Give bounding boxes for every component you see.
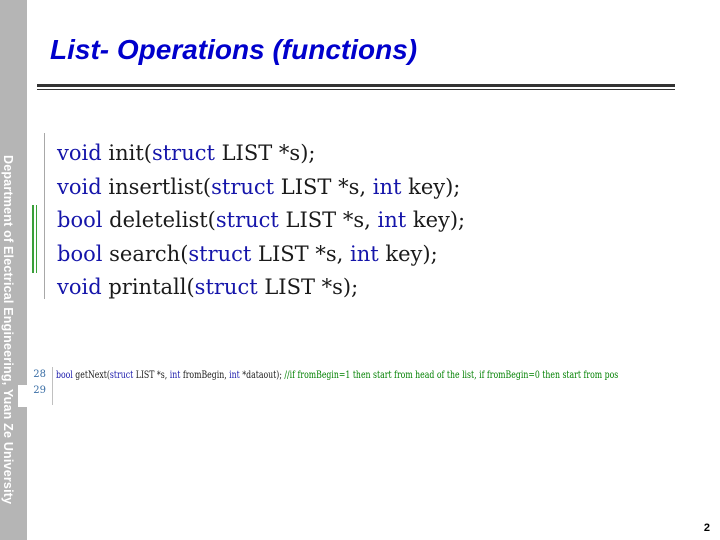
sidebar-notch <box>18 385 27 407</box>
change-marker-secondary <box>36 205 37 273</box>
page-number: 2 <box>703 522 710 534</box>
keyword: void <box>57 275 102 299</box>
keyword: bool <box>57 241 103 266</box>
keyword: void <box>57 174 102 199</box>
code-comment: //if fromBegin=1 then start from head of… <box>284 369 619 381</box>
code-gutter <box>44 133 45 299</box>
code-lines: void init(struct LIST *s); void insertlis… <box>57 137 465 305</box>
keyword: struct <box>194 275 258 299</box>
code-text: LIST *s, <box>133 369 170 381</box>
keyword: struct <box>109 369 134 381</box>
code-text: ); <box>342 275 359 299</box>
code-text: printall( <box>108 275 195 299</box>
keyword: int <box>372 174 402 199</box>
snippet-gutter <box>52 367 53 405</box>
keyword: int <box>350 241 379 266</box>
keyword: int <box>169 369 181 381</box>
code-text: key); <box>378 241 438 266</box>
code-text: insertlist( <box>108 174 212 199</box>
department-label: Department of Electrical Engineering, Yu… <box>1 155 15 505</box>
keyword: void <box>57 141 102 165</box>
code-line: bool search(struct LIST *s, int key); <box>57 238 465 272</box>
code-text: LIST *s, <box>251 241 350 266</box>
code-text: key); <box>406 208 466 232</box>
code-line: void printall(struct LIST *s); <box>57 271 465 305</box>
code-text: fromBegin, <box>180 369 230 381</box>
change-marker <box>32 205 34 273</box>
sidebar-band: Department of Electrical Engineering, Yu… <box>0 0 27 540</box>
code-text: LIST *s, <box>274 174 373 199</box>
getnext-code-snippet: 28 29 bool getNext(struct LIST *s, int f… <box>30 367 710 407</box>
code-text: ); <box>300 141 316 165</box>
keyword: struct <box>188 241 252 266</box>
code-text: LIST *s <box>257 275 343 299</box>
getnext-prototype-line: bool getNext(struct LIST *s, int fromBeg… <box>56 367 618 383</box>
code-line: void insertlist(struct LIST *s, int key)… <box>57 171 465 205</box>
line-numbers: 28 29 <box>30 367 46 399</box>
keyword: struct <box>151 141 215 165</box>
keyword: int <box>229 369 240 381</box>
code-text: getNext( <box>72 369 110 381</box>
keyword: int <box>377 208 407 232</box>
code-text: search( <box>109 241 189 266</box>
title-rule-thin <box>37 89 675 90</box>
code-text: deletelist( <box>109 208 216 232</box>
line-number: 28 <box>33 369 46 380</box>
code-text: LIST *s <box>214 141 301 165</box>
code-text: *dataout); <box>239 369 285 381</box>
function-prototypes-code: void init(struct LIST *s); void insertlis… <box>32 133 589 301</box>
line-number: 29 <box>33 385 46 396</box>
keyword: bool <box>56 369 73 381</box>
code-line: void init(struct LIST *s); <box>57 137 465 171</box>
code-line: bool deletelist(struct LIST *s, int key)… <box>57 204 465 238</box>
code-text: key); <box>401 174 461 199</box>
code-text: LIST *s, <box>278 208 378 232</box>
title-rule-thick <box>37 84 675 87</box>
keyword: struct <box>211 174 275 199</box>
code-text: init( <box>108 141 152 165</box>
keyword: bool <box>57 208 103 232</box>
keyword: struct <box>215 208 279 232</box>
slide-title: List- Operations (functions) <box>50 34 418 65</box>
